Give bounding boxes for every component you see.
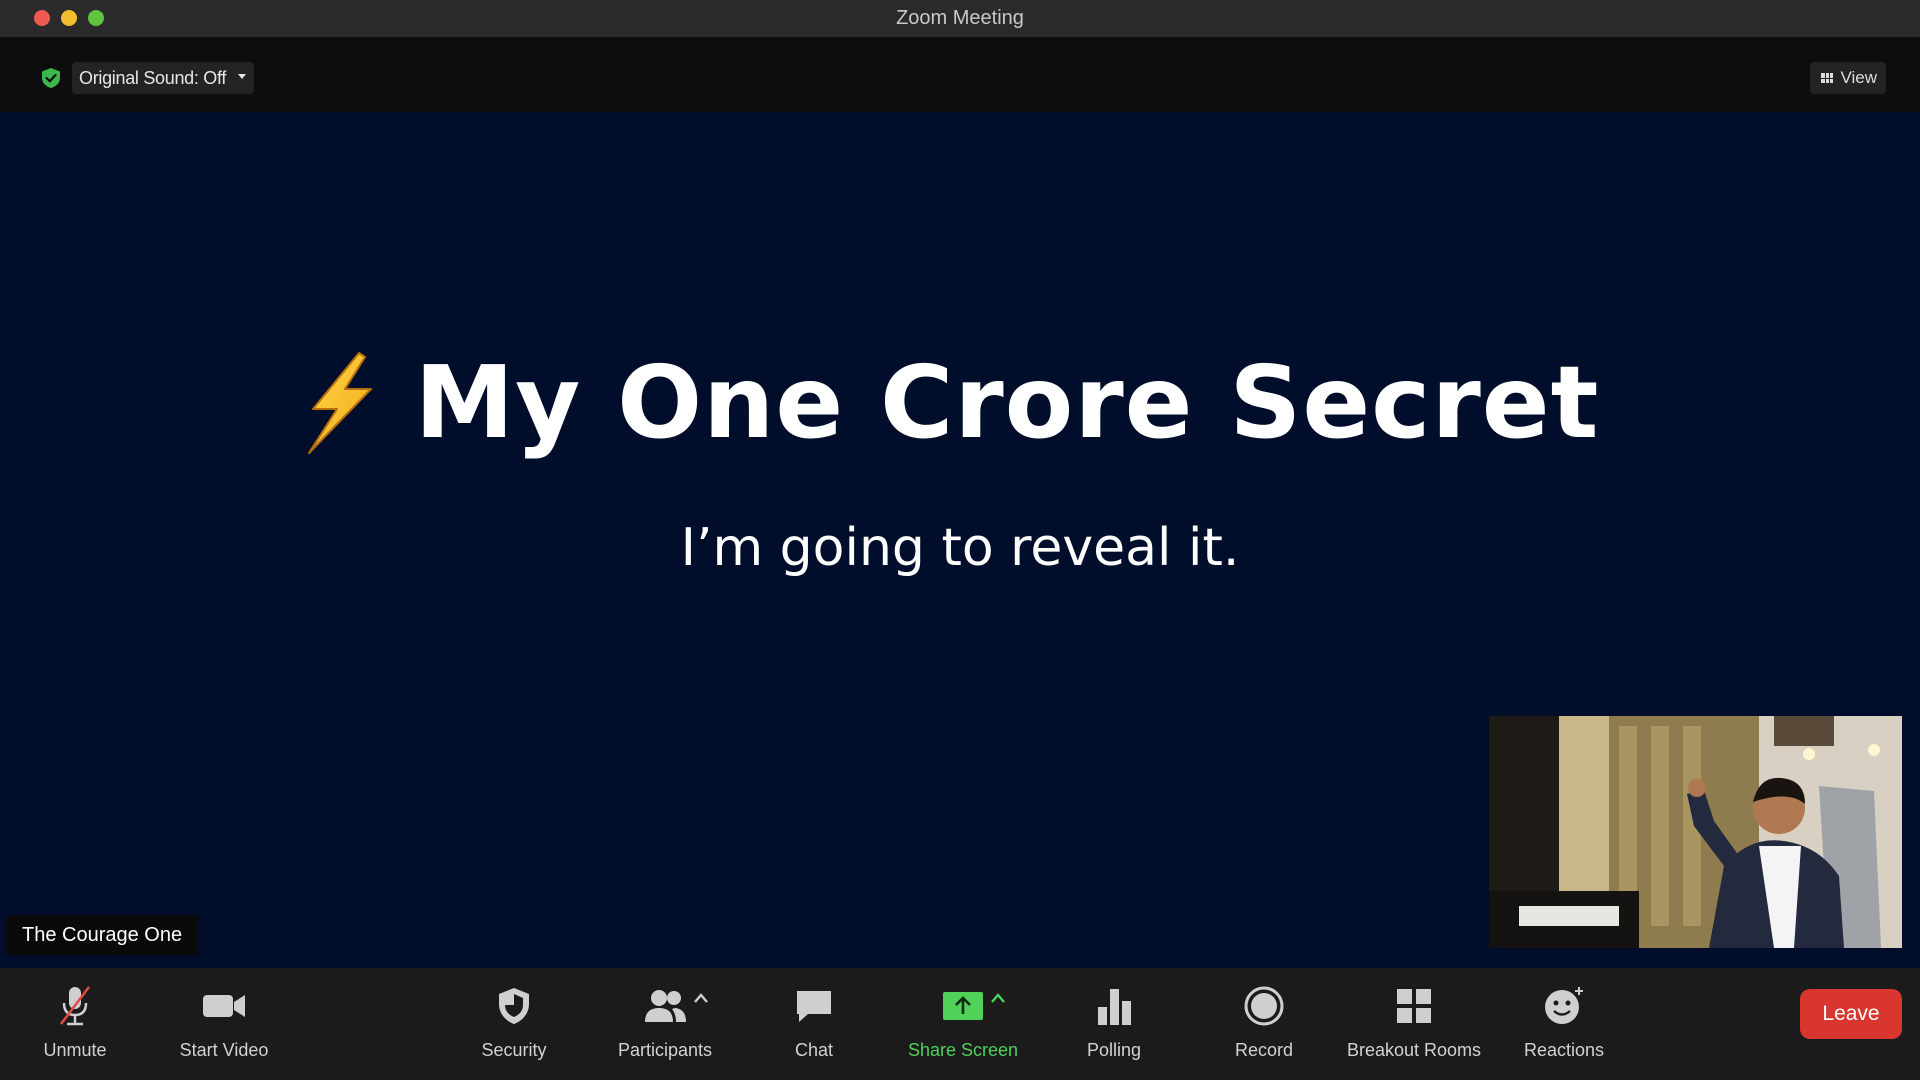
original-sound-label: Original Sound: Off — [79, 67, 227, 88]
participant-video-icon — [1489, 716, 1902, 948]
meeting-controls-toolbar: Unmute Start Video Security Participants… — [0, 968, 1920, 1080]
chevron-down-icon — [238, 74, 247, 79]
view-label: View — [1840, 68, 1877, 87]
record-button[interactable]: Record — [1234, 968, 1294, 1080]
title-bar: Zoom Meeting — [0, 0, 1920, 38]
share-screen-chevron-up-icon[interactable] — [990, 992, 1006, 1004]
polling-button[interactable]: Polling — [1085, 968, 1143, 1080]
record-label: Record — [1234, 1040, 1294, 1060]
start-video-button[interactable]: Start Video — [178, 968, 270, 1080]
reactions-smiley-icon — [1545, 987, 1583, 1024]
lightning-bolt-icon — [307, 351, 372, 454]
unmute-label: Unmute — [43, 1040, 107, 1060]
slide-subtitle: I’m going to reveal it. — [680, 518, 1240, 578]
close-window-button[interactable] — [34, 10, 50, 26]
video-camera-icon — [203, 995, 245, 1017]
microphone-muted-icon — [60, 986, 90, 1026]
shared-screen-area: My One Crore Secret I’m going to reveal … — [0, 112, 1920, 968]
view-button[interactable]: View — [1810, 62, 1886, 94]
participant-video-tile[interactable] — [1489, 716, 1902, 948]
start-video-label: Start Video — [179, 1040, 269, 1060]
original-sound-dropdown[interactable]: Original Sound: Off — [72, 62, 255, 94]
maximize-window-button[interactable] — [88, 10, 104, 26]
chat-bubble-icon — [797, 991, 831, 1022]
encryption-shield-icon[interactable] — [40, 67, 62, 89]
window-controls — [34, 10, 104, 26]
chat-button[interactable]: Chat — [791, 968, 837, 1080]
participants-icon — [645, 990, 686, 1022]
participant-name-tag: The Courage One — [6, 915, 199, 955]
zoom-window: Zoom Meeting Original Sound: Off View My… — [0, 0, 1920, 1080]
share-screen-icon — [943, 992, 983, 1020]
breakout-rooms-label: Breakout Rooms — [1346, 1040, 1482, 1060]
participants-button[interactable]: Participants — [613, 968, 717, 1080]
unmute-button[interactable]: Unmute — [35, 968, 115, 1080]
reactions-label: Reactions — [1523, 1040, 1605, 1060]
breakout-rooms-grid-icon — [1397, 989, 1431, 1023]
slide-title: My One Crore Secret — [414, 344, 1600, 461]
minimize-window-button[interactable] — [61, 10, 77, 26]
participants-chevron-up-icon[interactable] — [693, 992, 709, 1004]
window-title: Zoom Meeting — [896, 7, 1024, 29]
participants-label: Participants — [617, 1040, 713, 1060]
record-icon — [1244, 986, 1284, 1026]
chat-label: Chat — [794, 1040, 834, 1060]
reactions-button[interactable]: Reactions — [1523, 968, 1605, 1080]
polling-label: Polling — [1086, 1040, 1142, 1060]
share-screen-label: Share Screen — [907, 1040, 1019, 1060]
leave-button[interactable]: Leave — [1800, 989, 1902, 1039]
share-screen-button[interactable]: Share Screen — [907, 968, 1019, 1080]
meeting-top-bar: Original Sound: Off View — [0, 38, 1920, 112]
breakout-rooms-button[interactable]: Breakout Rooms — [1347, 968, 1481, 1080]
slide-headline: My One Crore Secret — [0, 344, 1920, 461]
security-button[interactable]: Security — [477, 968, 551, 1080]
grid-view-icon — [1821, 73, 1834, 83]
polling-bar-chart-icon — [1098, 989, 1131, 1025]
security-label: Security — [481, 1040, 547, 1060]
security-shield-icon — [499, 988, 529, 1024]
